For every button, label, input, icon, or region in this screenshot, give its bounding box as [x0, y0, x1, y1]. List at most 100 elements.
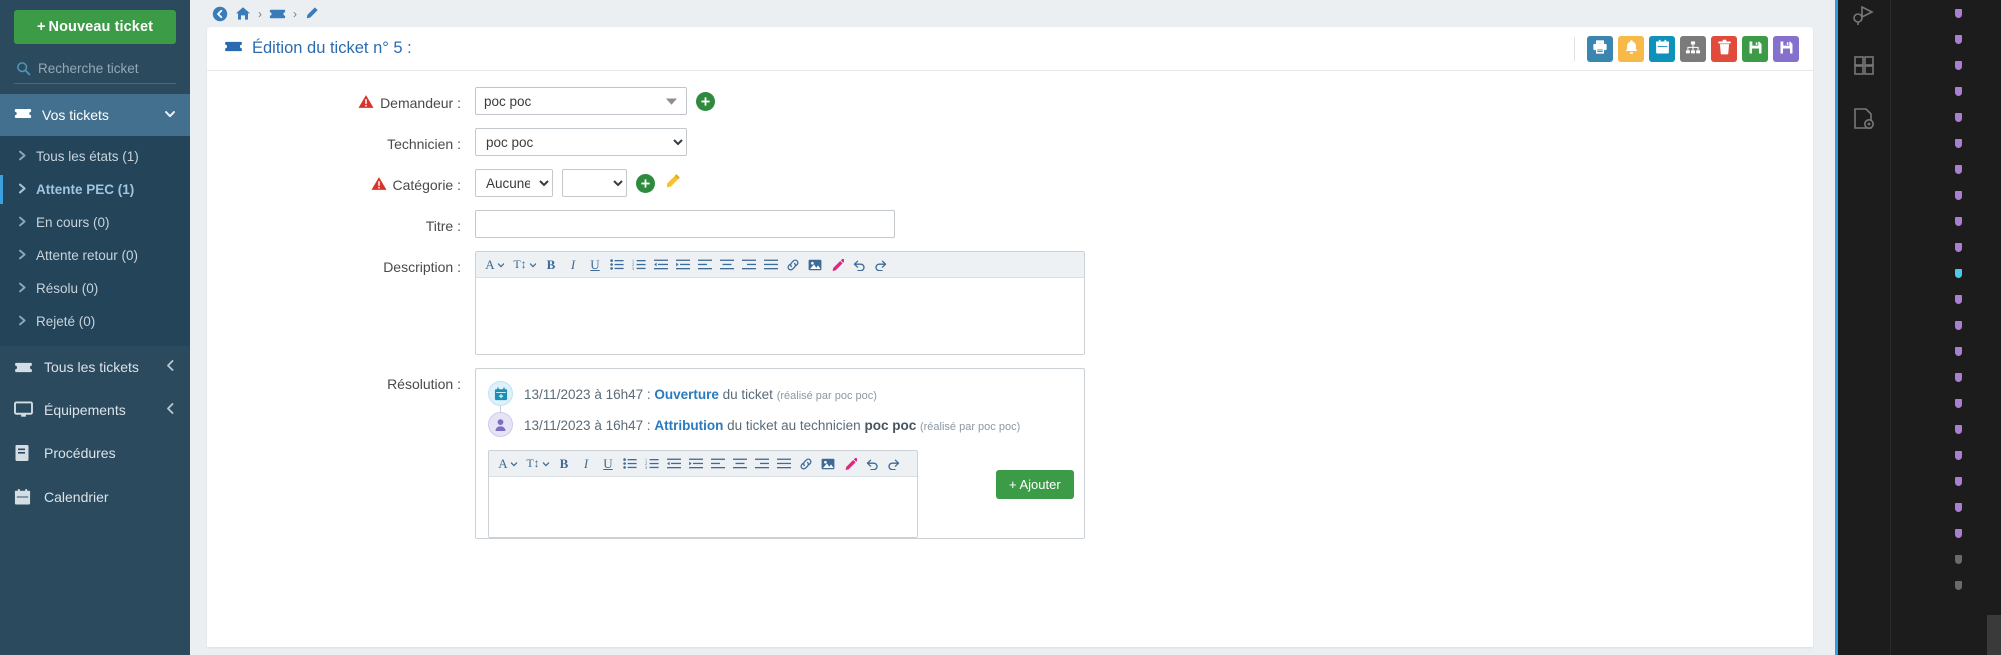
sidebar-item-equipements[interactable]: Équipements — [0, 388, 190, 431]
trash-icon — [1717, 39, 1732, 58]
bullet-list-button[interactable] — [606, 255, 628, 275]
new-ticket-button[interactable]: + Nouveau ticket — [14, 10, 176, 44]
resolution-editor-body[interactable] — [489, 477, 917, 537]
indent-button[interactable] — [685, 454, 707, 474]
timeline-technician: poc poc — [864, 418, 917, 433]
add-resolution-button[interactable]: + Ajouter — [996, 470, 1074, 499]
sidebar-item-rejete[interactable]: Rejeté (0) — [0, 305, 190, 338]
outdent-button[interactable] — [650, 255, 672, 275]
align-center-button[interactable] — [729, 454, 751, 474]
underline-button[interactable]: U — [597, 454, 619, 474]
numbered-list-button[interactable]: 123 — [641, 454, 663, 474]
image-button[interactable] — [817, 454, 839, 474]
technicien-label-wrap: Technicien : — [207, 128, 475, 154]
titre-control — [475, 210, 895, 238]
application-root: +Nouveau ticket Vos tickets Tous les éta… — [0, 0, 2001, 655]
sidebar-item-en-cours[interactable]: En cours (0) — [0, 206, 190, 239]
demandeur-select[interactable]: poc poc — [475, 87, 687, 115]
vscode-editor-minimap — [1890, 0, 2001, 655]
color-picker-button[interactable] — [826, 255, 848, 275]
sidebar-item-procedures[interactable]: Procédures — [0, 431, 190, 475]
ticket-icon[interactable] — [269, 8, 286, 20]
pencil-icon — [664, 173, 681, 193]
titre-input[interactable] — [475, 210, 895, 238]
extensions-icon[interactable] — [1851, 54, 1877, 80]
add-categorie-button[interactable] — [636, 173, 655, 193]
bullet-list-button[interactable] — [619, 454, 641, 474]
undo-button[interactable] — [861, 454, 883, 474]
redo-button[interactable] — [870, 255, 892, 275]
chevron-down-icon — [164, 107, 176, 123]
sidebar-item-tous-les-etats[interactable]: Tous les états (1) — [0, 140, 190, 173]
ticket-icon — [224, 39, 243, 58]
back-circle-icon[interactable] — [212, 6, 228, 22]
notify-button[interactable] — [1618, 35, 1644, 62]
align-left-button[interactable] — [707, 454, 729, 474]
sidebar-item-calendrier[interactable]: Calendrier — [0, 475, 190, 519]
technicien-control: poc poc — [475, 128, 687, 156]
link-button[interactable] — [782, 255, 804, 275]
hierarchy-button[interactable] — [1680, 35, 1706, 62]
description-editor-body[interactable] — [476, 278, 1084, 354]
sidebar-group-vos-tickets[interactable]: Vos tickets — [0, 94, 190, 136]
timeline-item: 13/11/2023 à 16h47 : Ouverture du ticket… — [476, 378, 1084, 420]
sidebar-item-tous-les-tickets[interactable]: Tous les tickets — [0, 346, 190, 388]
pencil-icon[interactable] — [304, 6, 319, 21]
link-button[interactable] — [795, 454, 817, 474]
color-picker-button[interactable] — [839, 454, 861, 474]
align-justify-button[interactable] — [773, 454, 795, 474]
align-right-button[interactable] — [751, 454, 773, 474]
sidebar-item-attente-retour[interactable]: Attente retour (0) — [0, 239, 190, 272]
print-button[interactable] — [1587, 35, 1613, 62]
redo-button[interactable] — [883, 454, 905, 474]
editor-scrollbar[interactable] — [1987, 615, 2001, 655]
numbered-list-button[interactable]: 123 — [628, 255, 650, 275]
undo-button[interactable] — [848, 255, 870, 275]
sidebar-item-resolu[interactable]: Résolu (0) — [0, 272, 190, 305]
italic-button[interactable]: I — [562, 255, 584, 275]
demandeur-control: poc poc — [475, 87, 715, 115]
categorie-label: Catégorie : — [392, 177, 461, 193]
align-center-button[interactable] — [716, 255, 738, 275]
delete-button[interactable] — [1711, 35, 1737, 62]
font-size-button[interactable]: T↕ — [510, 255, 540, 275]
ticket-icon — [14, 107, 32, 123]
cpp-config-icon[interactable] — [1851, 106, 1877, 132]
description-label-wrap: Description : — [207, 251, 475, 277]
search-input[interactable] — [38, 61, 174, 76]
indent-button[interactable] — [672, 255, 694, 275]
align-right-button[interactable] — [738, 255, 760, 275]
titre-label: Titre : — [425, 218, 461, 234]
categorie-select-secondary[interactable] — [562, 169, 627, 197]
add-demandeur-button[interactable] — [696, 91, 715, 111]
font-family-button[interactable]: A — [480, 255, 510, 275]
bold-button[interactable]: B — [553, 454, 575, 474]
search-icon — [16, 61, 31, 76]
save-close-button[interactable] — [1773, 35, 1799, 62]
font-size-button[interactable]: T↕ — [523, 454, 553, 474]
font-family-button[interactable]: A — [493, 454, 523, 474]
categorie-select-primary[interactable]: Aucune — [475, 169, 553, 197]
sidebar-sub-list: Tous les états (1) Attente PEC (1) En co… — [0, 136, 190, 346]
outdent-button[interactable] — [663, 454, 685, 474]
minimap[interactable] — [1955, 0, 1995, 598]
minimap-token — [1955, 60, 1962, 70]
minimap-token — [1955, 138, 1962, 148]
save-button[interactable] — [1742, 35, 1768, 62]
field-row-technicien: Technicien : poc poc — [207, 128, 1813, 156]
resolution-panel: 13/11/2023 à 16h47 : Ouverture du ticket… — [475, 368, 1085, 539]
technicien-select[interactable]: poc poc — [475, 128, 687, 156]
underline-button[interactable]: U — [584, 255, 606, 275]
align-justify-button[interactable] — [760, 255, 782, 275]
sidebar-item-attente-pec[interactable]: Attente PEC (1) — [0, 173, 190, 206]
calendar-button[interactable] — [1649, 35, 1675, 62]
field-row-description: Description : A T↕ B I U 123 — [207, 251, 1813, 355]
bold-button[interactable]: B — [540, 255, 562, 275]
italic-button[interactable]: I — [575, 454, 597, 474]
edit-categorie-button[interactable] — [664, 173, 681, 193]
run-and-debug-icon[interactable] — [1851, 2, 1877, 28]
home-icon[interactable] — [235, 6, 251, 21]
image-button[interactable] — [804, 255, 826, 275]
align-left-button[interactable] — [694, 255, 716, 275]
search-container[interactable] — [14, 58, 176, 84]
